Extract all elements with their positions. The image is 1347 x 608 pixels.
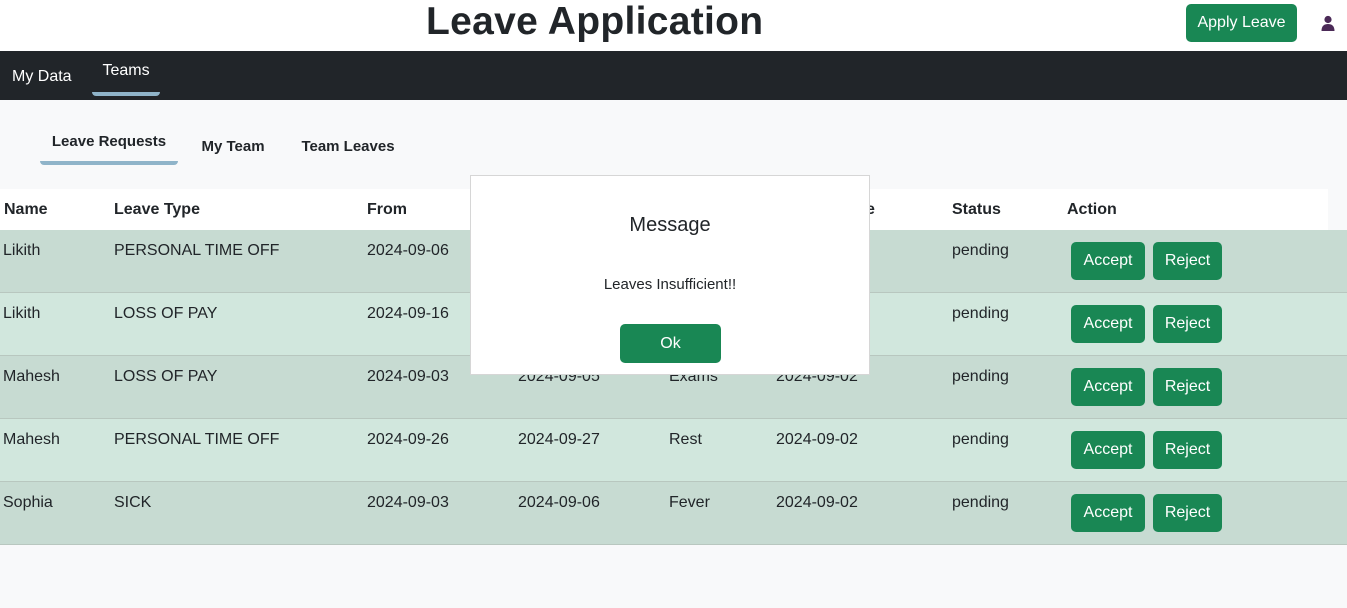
cell-leave-type: LOSS OF PAY	[114, 305, 218, 322]
cell-name: Sophia	[3, 494, 53, 511]
cell-from: 2024-09-06	[367, 242, 449, 259]
main-navbar: My Data Teams	[0, 51, 1347, 100]
cell-from: 2024-09-26	[367, 431, 449, 448]
accept-button[interactable]: Accept	[1071, 368, 1145, 406]
cell-status: pending	[952, 494, 1009, 511]
ok-button[interactable]: Ok	[620, 324, 721, 363]
dialog-message: Leaves Insufficient!!	[603, 276, 737, 293]
page-title: Leave Application	[426, 0, 764, 43]
accept-button[interactable]: Accept	[1071, 305, 1145, 343]
cell-applied: 2024-09-02	[776, 431, 858, 448]
tab-my-team[interactable]: My Team	[188, 124, 278, 165]
cell-name: Likith	[3, 305, 41, 322]
table-row: Mahesh PERSONAL TIME OFF 2024-09-26 2024…	[0, 419, 1347, 482]
cell-leave-type: PERSONAL TIME OFF	[114, 431, 280, 448]
accept-button[interactable]: Accept	[1071, 242, 1145, 280]
cell-to: 2024-09-27	[518, 431, 600, 448]
cell-name: Mahesh	[3, 431, 60, 448]
cell-from: 2024-09-03	[367, 368, 449, 385]
cell-applied: 2024-09-02	[776, 494, 858, 511]
user-icon[interactable]	[1320, 15, 1336, 31]
header-from: From	[367, 201, 407, 218]
cell-status: pending	[952, 431, 1009, 448]
header-leave-type: Leave Type	[114, 201, 200, 218]
top-header: Leave Application Apply Leave	[0, 0, 1347, 51]
reject-button[interactable]: Reject	[1153, 431, 1222, 469]
cell-leave-type: SICK	[114, 494, 152, 511]
reject-button[interactable]: Reject	[1153, 305, 1222, 343]
cell-leave-type: PERSONAL TIME OFF	[114, 242, 280, 259]
header-status: Status	[952, 201, 1001, 218]
reject-button[interactable]: Reject	[1153, 242, 1222, 280]
cell-name: Mahesh	[3, 368, 60, 385]
reject-button[interactable]: Reject	[1153, 494, 1222, 532]
cell-leave-type: LOSS OF PAY	[114, 368, 218, 385]
cell-status: pending	[952, 368, 1009, 385]
cell-name: Likith	[3, 242, 41, 259]
cell-reason: Rest	[669, 431, 702, 448]
nav-my-data[interactable]: My Data	[12, 51, 72, 100]
header-action: Action	[1067, 201, 1117, 218]
message-dialog: Message Leaves Insufficient!! Ok	[470, 175, 870, 375]
cell-status: pending	[952, 305, 1009, 322]
table-row: Sophia SICK 2024-09-03 2024-09-06 Fever …	[0, 482, 1347, 545]
dialog-title: Message	[629, 214, 711, 236]
nav-teams[interactable]: Teams	[92, 51, 160, 96]
header-name: Name	[4, 201, 48, 218]
cell-to: 2024-09-06	[518, 494, 600, 511]
tab-team-leaves[interactable]: Team Leaves	[292, 124, 404, 165]
cell-reason: Fever	[669, 494, 710, 511]
accept-button[interactable]: Accept	[1071, 494, 1145, 532]
accept-button[interactable]: Accept	[1071, 431, 1145, 469]
cell-from: 2024-09-03	[367, 494, 449, 511]
cell-status: pending	[952, 242, 1009, 259]
apply-leave-button[interactable]: Apply Leave	[1186, 4, 1297, 42]
tab-leave-requests[interactable]: Leave Requests	[40, 124, 178, 165]
cell-from: 2024-09-16	[367, 305, 449, 322]
reject-button[interactable]: Reject	[1153, 368, 1222, 406]
